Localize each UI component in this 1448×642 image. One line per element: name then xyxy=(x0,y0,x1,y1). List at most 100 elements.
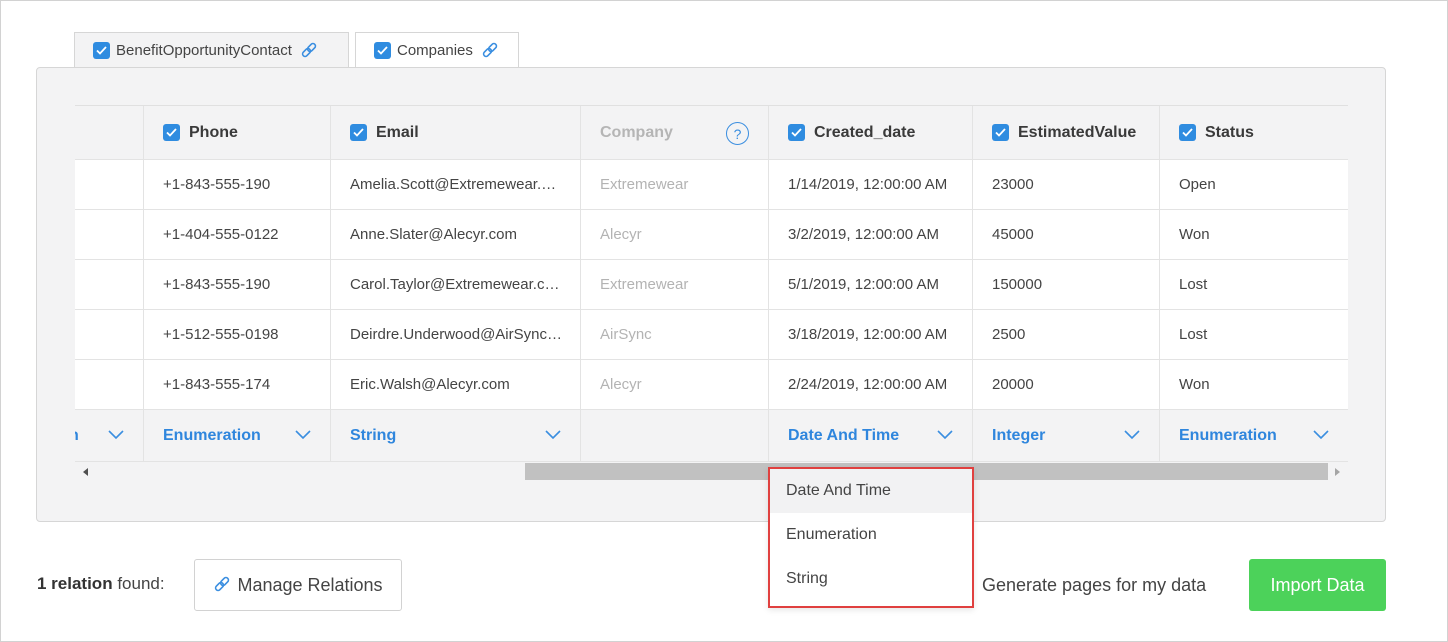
type-select[interactable]: Enumeration xyxy=(144,410,331,461)
table-cell xyxy=(75,160,144,209)
column-header-label: Phone xyxy=(189,123,238,141)
type-select-created-date[interactable]: Date And Time xyxy=(769,410,973,461)
table-cell: 45000 xyxy=(973,210,1160,259)
table-cell: Open xyxy=(1179,176,1216,193)
type-select[interactable]: Integer xyxy=(973,410,1160,461)
tab-checkbox-icon[interactable] xyxy=(93,42,110,59)
type-select-value: Date And Time xyxy=(788,426,900,444)
table-cell-text: Anne.Slater@Alecyr.com xyxy=(350,226,517,243)
table-cell xyxy=(75,210,144,259)
table-cell: 2/24/2019, 12:00:00 AM xyxy=(769,360,973,409)
table-cell: Amelia.Scott@Extremewear.com xyxy=(331,160,581,209)
checkbox-checked-icon[interactable] xyxy=(1179,124,1196,141)
type-select-value: Enumeration xyxy=(1179,426,1277,444)
table-cell: +1-404-555-0122 xyxy=(144,210,331,259)
table-cell-text: Deirdre.Underwood@AirSync.com xyxy=(350,326,562,343)
chevron-down-icon xyxy=(1124,430,1140,440)
table-cell: 23000 xyxy=(973,160,1160,209)
column-header-estimatedvalue[interactable]: EstimatedValue xyxy=(973,106,1160,159)
grid-header-row: Phone Email Company ? Created_date Estim… xyxy=(75,106,1348,160)
table-cell: Alecyr xyxy=(581,360,769,409)
table-cell: Lost xyxy=(1179,276,1208,293)
manage-relations-button[interactable]: Manage Relations xyxy=(194,559,402,611)
type-dropdown-menu: Date And Time Enumeration String xyxy=(768,467,974,608)
table-cell: Extremewear xyxy=(581,260,769,309)
scroll-right-icon[interactable] xyxy=(1335,468,1340,476)
scroll-left-icon[interactable] xyxy=(83,468,88,476)
type-select[interactable]: Enumeration xyxy=(1160,410,1348,461)
type-select[interactable]: String xyxy=(331,410,581,461)
column-header-label: Company xyxy=(600,123,673,141)
link-icon xyxy=(300,42,318,60)
help-circle-icon[interactable]: ? xyxy=(726,122,749,145)
table-cell: Alecyr xyxy=(581,210,769,259)
table-cell: Won xyxy=(1179,376,1210,393)
column-header-label: Status xyxy=(1205,123,1254,141)
table-cell-text: Amelia.Scott@Extremewear.com xyxy=(350,176,562,193)
tab-companies[interactable]: Companies xyxy=(355,32,519,68)
type-selector-row: n Enumeration String Date And Time Integ… xyxy=(75,410,1348,462)
dropdown-option-enumeration[interactable]: Enumeration xyxy=(770,513,972,557)
column-header xyxy=(75,106,144,159)
table-cell xyxy=(75,310,144,359)
data-grid: Phone Email Company ? Created_date Estim… xyxy=(75,105,1348,462)
table-cell xyxy=(75,260,144,309)
checkbox-checked-icon[interactable] xyxy=(163,124,180,141)
type-select-value: n xyxy=(75,427,79,445)
table-cell-text: Eric.Walsh@Alecyr.com xyxy=(350,376,510,393)
table-cell: Lost xyxy=(1179,326,1208,343)
table-cell: +1-512-555-0198 xyxy=(144,310,331,359)
type-select-disabled xyxy=(581,410,769,461)
type-select[interactable]: n xyxy=(75,410,144,461)
column-header-label: Email xyxy=(376,123,419,141)
table-cell: Extremewear xyxy=(581,160,769,209)
relations-count: 1 relation xyxy=(37,574,113,593)
table-row: +1-512-555-0198 Deirdre.Underwood@AirSyn… xyxy=(75,310,1348,360)
table-cell: +1-843-555-190 xyxy=(144,260,331,309)
column-header-phone[interactable]: Phone xyxy=(144,106,331,159)
table-cell: 1/14/2019, 12:00:00 AM xyxy=(769,160,973,209)
table-row: +1-843-555-190 Carol.Taylor@Extremewear.… xyxy=(75,260,1348,310)
table-cell: 20000 xyxy=(973,360,1160,409)
column-header-email[interactable]: Email xyxy=(331,106,581,159)
column-header-label: EstimatedValue xyxy=(1018,123,1137,141)
table-cell: 2500 xyxy=(973,310,1160,359)
link-icon xyxy=(481,42,499,60)
table-cell: Eric.Walsh@Alecyr.com xyxy=(331,360,581,409)
table-cell: 5/1/2019, 12:00:00 AM xyxy=(769,260,973,309)
link-icon xyxy=(213,576,231,594)
table-cell: Deirdre.Underwood@AirSync.com xyxy=(331,310,581,359)
tab-checkbox-icon[interactable] xyxy=(374,42,391,59)
column-header-company: Company ? xyxy=(581,106,769,159)
dropdown-option-string[interactable]: String xyxy=(770,557,972,601)
table-cell: Anne.Slater@Alecyr.com xyxy=(331,210,581,259)
table-cell: 3/18/2019, 12:00:00 AM xyxy=(769,310,973,359)
tab-label: BenefitOpportunityContact xyxy=(116,42,292,59)
horizontal-scrollbar[interactable] xyxy=(75,463,1348,480)
type-select-value: Integer xyxy=(992,426,1046,444)
column-header-created-date[interactable]: Created_date xyxy=(769,106,973,159)
chevron-down-icon xyxy=(108,430,124,440)
generate-pages-label[interactable]: Generate pages for my data xyxy=(982,575,1206,596)
column-header-label: Created_date xyxy=(814,123,916,141)
relations-found-text: 1 relation found: xyxy=(37,574,165,594)
chevron-down-icon xyxy=(295,430,311,440)
table-cell xyxy=(75,360,144,409)
column-header-status[interactable]: Status xyxy=(1160,106,1348,159)
chevron-down-icon xyxy=(545,430,561,440)
import-data-button[interactable]: Import Data xyxy=(1249,559,1386,611)
table-cell: +1-843-555-190 xyxy=(144,160,331,209)
table-cell: 150000 xyxy=(973,260,1160,309)
dropdown-option-date-and-time[interactable]: Date And Time xyxy=(770,469,972,513)
checkbox-checked-icon[interactable] xyxy=(992,124,1009,141)
tab-benefitopportunitycontact[interactable]: BenefitOpportunityContact xyxy=(74,32,349,68)
table-cell: Carol.Taylor@Extremewear.com xyxy=(331,260,581,309)
chevron-down-icon xyxy=(1313,430,1329,440)
relations-found-suffix: found: xyxy=(112,574,165,593)
checkbox-checked-icon[interactable] xyxy=(788,124,805,141)
type-select-value: Enumeration xyxy=(163,426,261,444)
manage-relations-label: Manage Relations xyxy=(237,574,383,595)
checkbox-checked-icon[interactable] xyxy=(350,124,367,141)
type-select-value: String xyxy=(350,426,397,444)
table-cell: 3/2/2019, 12:00:00 AM xyxy=(769,210,973,259)
